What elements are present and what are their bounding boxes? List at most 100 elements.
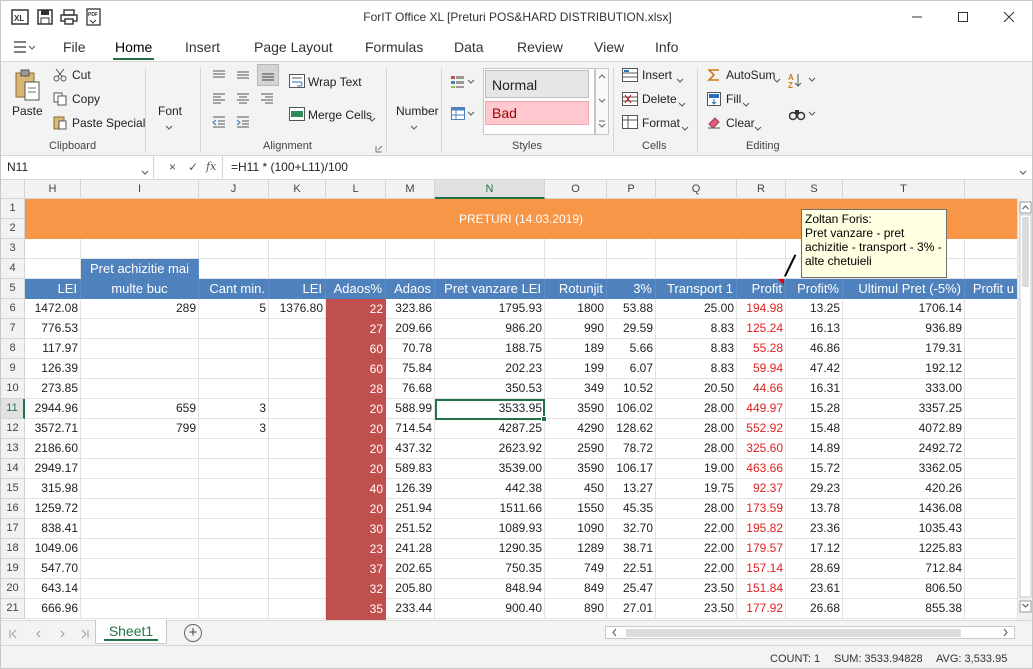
cell-h[interactable]: 2944.96 [25,399,81,419]
cell-t[interactable]: 1706.14 [843,299,965,319]
cell-o[interactable]: 4290 [545,419,607,439]
cell-h[interactable]: 776.53 [25,319,81,339]
cancel-formula-button[interactable]: × [169,160,176,174]
cell-j[interactable] [199,579,269,599]
cell-k[interactable] [269,419,326,439]
cell-t[interactable]: 712.84 [843,559,965,579]
sheet-tab-sheet1[interactable]: Sheet1 [95,620,167,644]
cell-u[interactable] [965,299,1017,319]
cell-p[interactable]: 22.51 [607,559,656,579]
cell-q[interactable]: 22.00 [656,559,737,579]
row-header[interactable]: 13 [1,439,25,459]
cell-n[interactable]: 1795.93 [435,299,545,319]
cell-k[interactable] [269,439,326,459]
column-header[interactable]: I [81,180,199,199]
row-header[interactable]: 7 [1,319,25,339]
cell-i[interactable] [81,459,199,479]
cell-o[interactable]: 849 [545,579,607,599]
align-left-icon[interactable] [212,92,226,109]
cell-t[interactable]: 855.38 [843,599,965,619]
insert-function-button[interactable]: fx [206,160,216,173]
cell-u[interactable] [965,319,1017,339]
cell-i[interactable] [81,339,199,359]
cell-n[interactable]: 442.38 [435,479,545,499]
styles-gallery-scrollbar[interactable] [595,68,609,135]
cell[interactable] [656,239,737,259]
cell[interactable] [326,239,386,259]
copy-button[interactable]: Copy [72,92,100,106]
cell-o[interactable]: 990 [545,319,607,339]
cell-q[interactable]: 19.00 [656,459,737,479]
cell-q[interactable]: 25.00 [656,299,737,319]
chevron-down-icon[interactable] [754,121,762,135]
column-header[interactable]: T [843,180,965,199]
cell-m[interactable]: 251.52 [386,519,435,539]
cell-p[interactable]: 10.52 [607,379,656,399]
cell[interactable] [737,259,786,279]
find-icon[interactable] [788,107,819,124]
cell-j[interactable]: 3 [199,419,269,439]
cell-h[interactable]: 1472.08 [25,299,81,319]
cell-i[interactable] [81,319,199,339]
chevron-down-icon[interactable] [676,73,684,87]
decrease-indent-icon[interactable] [212,115,226,132]
scroll-right-icon[interactable] [1000,627,1012,638]
cell-i[interactable] [81,519,199,539]
paste-icon[interactable] [13,68,41,105]
row-header[interactable]: 6 [1,299,25,319]
cell[interactable] [326,259,386,279]
cell-l[interactable]: 27 [326,319,386,339]
cell[interactable] [269,259,326,279]
cell-h[interactable]: 2949.17 [25,459,81,479]
cell-s[interactable]: 16.31 [786,379,843,399]
cell-q[interactable]: 8.83 [656,319,737,339]
cell-r[interactable]: 195.82 [737,519,786,539]
tab-file[interactable]: File [63,39,86,55]
cell-l[interactable]: 37 [326,559,386,579]
cell-m[interactable]: 233.44 [386,599,435,619]
cell-s[interactable]: 28.69 [786,559,843,579]
cell[interactable] [435,259,545,279]
cell-n[interactable]: 1089.93 [435,519,545,539]
format-cells-button[interactable]: Format [642,116,680,130]
formula-input[interactable]: =H11 * (100+L11)/100 [231,160,348,174]
cell-u[interactable] [965,379,1017,399]
cell-n[interactable]: 848.94 [435,579,545,599]
cell-j[interactable] [199,439,269,459]
column-header[interactable]: Q [656,180,737,199]
cell-t[interactable]: 806.50 [843,579,965,599]
cell[interactable] [199,259,269,279]
cell-o[interactable]: 3590 [545,399,607,419]
cell-o[interactable]: 1550 [545,499,607,519]
cell-k[interactable] [269,319,326,339]
cell-t[interactable]: 1035.43 [843,519,965,539]
cell-s[interactable]: 29.23 [786,479,843,499]
fill-icon[interactable] [707,92,721,109]
cell-k[interactable] [269,519,326,539]
row-header[interactable]: 11 [1,399,25,419]
cell-n[interactable]: 900.40 [435,599,545,619]
cell-m[interactable]: 323.86 [386,299,435,319]
cell-l[interactable]: 23 [326,539,386,559]
cell-u[interactable] [965,559,1017,579]
cell-l[interactable]: 60 [326,359,386,379]
cell-k[interactable] [269,599,326,619]
cell-s[interactable]: 26.68 [786,599,843,619]
row-header[interactable]: 17 [1,519,25,539]
delete-cells-button[interactable]: Delete [642,92,677,106]
cell-l[interactable]: 20 [326,419,386,439]
cell-t[interactable]: 192.12 [843,359,965,379]
cell[interactable] [965,239,1017,259]
cell-u[interactable] [965,499,1017,519]
cell-h[interactable]: 3572.71 [25,419,81,439]
add-sheet-icon[interactable]: + [184,624,202,642]
cell-i[interactable]: 659 [81,399,199,419]
format-cells-icon[interactable] [622,115,638,132]
chevron-down-icon[interactable] [165,120,173,134]
cell-m[interactable]: 126.39 [386,479,435,499]
cell-o[interactable]: 349 [545,379,607,399]
header-cell-q[interactable]: Transport 1 [656,279,737,299]
cell-q[interactable]: 28.00 [656,419,737,439]
row-header[interactable]: 9 [1,359,25,379]
cell-q[interactable]: 28.00 [656,399,737,419]
